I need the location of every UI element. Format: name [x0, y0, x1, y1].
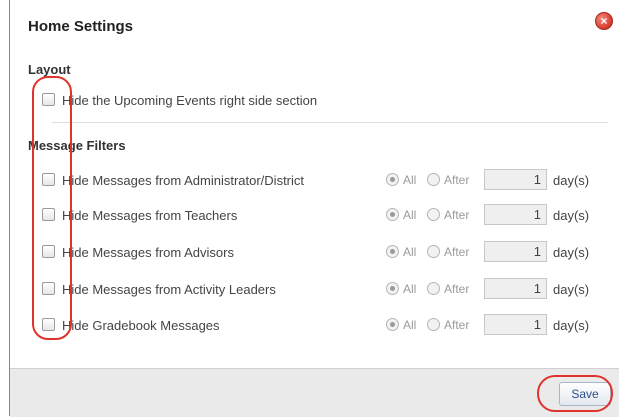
days-unit-label: day(s) [553, 245, 590, 260]
hide-upcoming-events-label: Hide the Upcoming Events right side sect… [62, 93, 318, 108]
all-radio[interactable] [386, 318, 399, 331]
hide-activity-leaders-checkbox[interactable] [42, 282, 55, 295]
filter-label: Hide Messages from Activity Leaders [62, 282, 276, 297]
hide-teachers-checkbox[interactable] [42, 208, 55, 221]
filter-label: Hide Messages from Advisors [62, 245, 234, 260]
home-settings-dialog: Home Settings × Layout Hide the Upcoming… [10, 0, 619, 417]
after-radio[interactable] [427, 282, 440, 295]
message-filters-section-title: Message Filters [28, 138, 126, 153]
save-button[interactable]: Save [559, 382, 611, 406]
all-radio[interactable] [386, 245, 399, 258]
days-input[interactable]: 1 [484, 278, 547, 299]
all-radio-label: All [403, 245, 417, 259]
all-radio-label: All [403, 173, 417, 187]
hide-upcoming-events-checkbox[interactable] [42, 93, 55, 106]
days-input[interactable]: 1 [484, 241, 547, 262]
days-unit-label: day(s) [553, 318, 590, 333]
after-radio-label: After [444, 208, 470, 222]
days-unit-label: day(s) [553, 173, 590, 188]
dialog-footer [10, 368, 619, 417]
all-radio-label: All [403, 318, 417, 332]
hide-advisors-checkbox[interactable] [42, 245, 55, 258]
filter-label: Hide Messages from Administrator/Distric… [62, 173, 305, 188]
days-unit-label: day(s) [553, 208, 590, 223]
after-radio-label: After [444, 173, 470, 187]
close-icon[interactable]: × [595, 12, 613, 30]
all-radio[interactable] [386, 208, 399, 221]
all-radio-label: All [403, 208, 417, 222]
after-radio-label: After [444, 282, 470, 296]
filter-row-advisors: Hide Messages from Advisors All After 1 … [42, 241, 612, 265]
filter-row-teachers: Hide Messages from Teachers All After 1 … [42, 204, 612, 228]
dialog-titlebar: Home Settings × [10, 0, 619, 52]
filter-label: Hide Gradebook Messages [62, 318, 220, 333]
filter-row-activity-leaders: Hide Messages from Activity Leaders All … [42, 278, 612, 302]
after-radio-label: After [444, 318, 470, 332]
dialog-title: Home Settings [28, 18, 134, 35]
after-radio-label: After [444, 245, 470, 259]
after-radio[interactable] [427, 318, 440, 331]
section-divider [52, 122, 608, 123]
hide-administrator-checkbox[interactable] [42, 173, 55, 186]
window-frame-edge [0, 0, 10, 416]
filter-row-gradebook: Hide Gradebook Messages All After 1 day(… [42, 314, 612, 338]
days-input[interactable]: 1 [484, 314, 547, 335]
days-input[interactable]: 1 [484, 169, 547, 190]
filter-label: Hide Messages from Teachers [62, 208, 238, 223]
all-radio-label: All [403, 282, 417, 296]
after-radio[interactable] [427, 208, 440, 221]
after-radio[interactable] [427, 245, 440, 258]
all-radio[interactable] [386, 173, 399, 186]
filter-row-administrator: Hide Messages from Administrator/Distric… [42, 169, 612, 193]
all-radio[interactable] [386, 282, 399, 295]
hide-gradebook-checkbox[interactable] [42, 318, 55, 331]
after-radio[interactable] [427, 173, 440, 186]
days-input[interactable]: 1 [484, 204, 547, 225]
days-unit-label: day(s) [553, 282, 590, 297]
layout-section-title: Layout [28, 62, 71, 77]
layout-option-row: Hide the Upcoming Events right side sect… [42, 89, 612, 113]
